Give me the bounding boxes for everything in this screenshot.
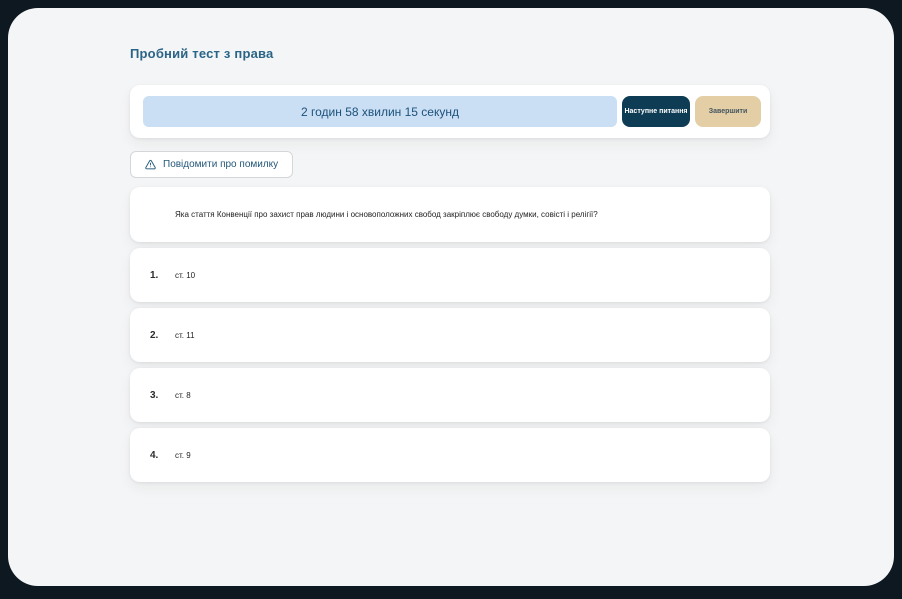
timer-toolbar-card: 2 годин 58 хвилин 15 секунд Наступне пит… bbox=[130, 85, 770, 138]
question-text: Яка стаття Конвенції про захист прав люд… bbox=[175, 210, 598, 219]
page-title: Пробний тест з права bbox=[130, 46, 770, 61]
answer-text: ст. 10 bbox=[175, 271, 195, 280]
app-window: Пробний тест з права 2 годин 58 хвилин 1… bbox=[8, 8, 894, 586]
answer-text: ст. 8 bbox=[175, 391, 191, 400]
question-card: Яка стаття Конвенції про захист прав люд… bbox=[130, 187, 770, 242]
next-question-button[interactable]: Наступне питання bbox=[622, 96, 690, 127]
answer-number: 4. bbox=[130, 450, 175, 461]
finish-test-button[interactable]: Завершити bbox=[695, 96, 761, 127]
report-error-button[interactable]: Повідомити про помилку bbox=[130, 151, 293, 178]
answer-text: ст. 9 bbox=[175, 451, 191, 460]
report-error-label: Повідомити про помилку bbox=[163, 159, 278, 170]
answer-number: 3. bbox=[130, 390, 175, 401]
test-content-column: Пробний тест з права 2 годин 58 хвилин 1… bbox=[130, 8, 770, 482]
answer-option-3[interactable]: 3. ст. 8 bbox=[130, 368, 770, 422]
answer-option-4[interactable]: 4. ст. 9 bbox=[130, 428, 770, 482]
answer-option-2[interactable]: 2. ст. 11 bbox=[130, 308, 770, 362]
timer-display: 2 годин 58 хвилин 15 секунд bbox=[143, 96, 617, 127]
answer-text: ст. 11 bbox=[175, 331, 195, 340]
answer-number: 1. bbox=[130, 270, 175, 281]
warning-triangle-icon bbox=[145, 159, 156, 170]
answer-number: 2. bbox=[130, 330, 175, 341]
answer-option-1[interactable]: 1. ст. 10 bbox=[130, 248, 770, 302]
